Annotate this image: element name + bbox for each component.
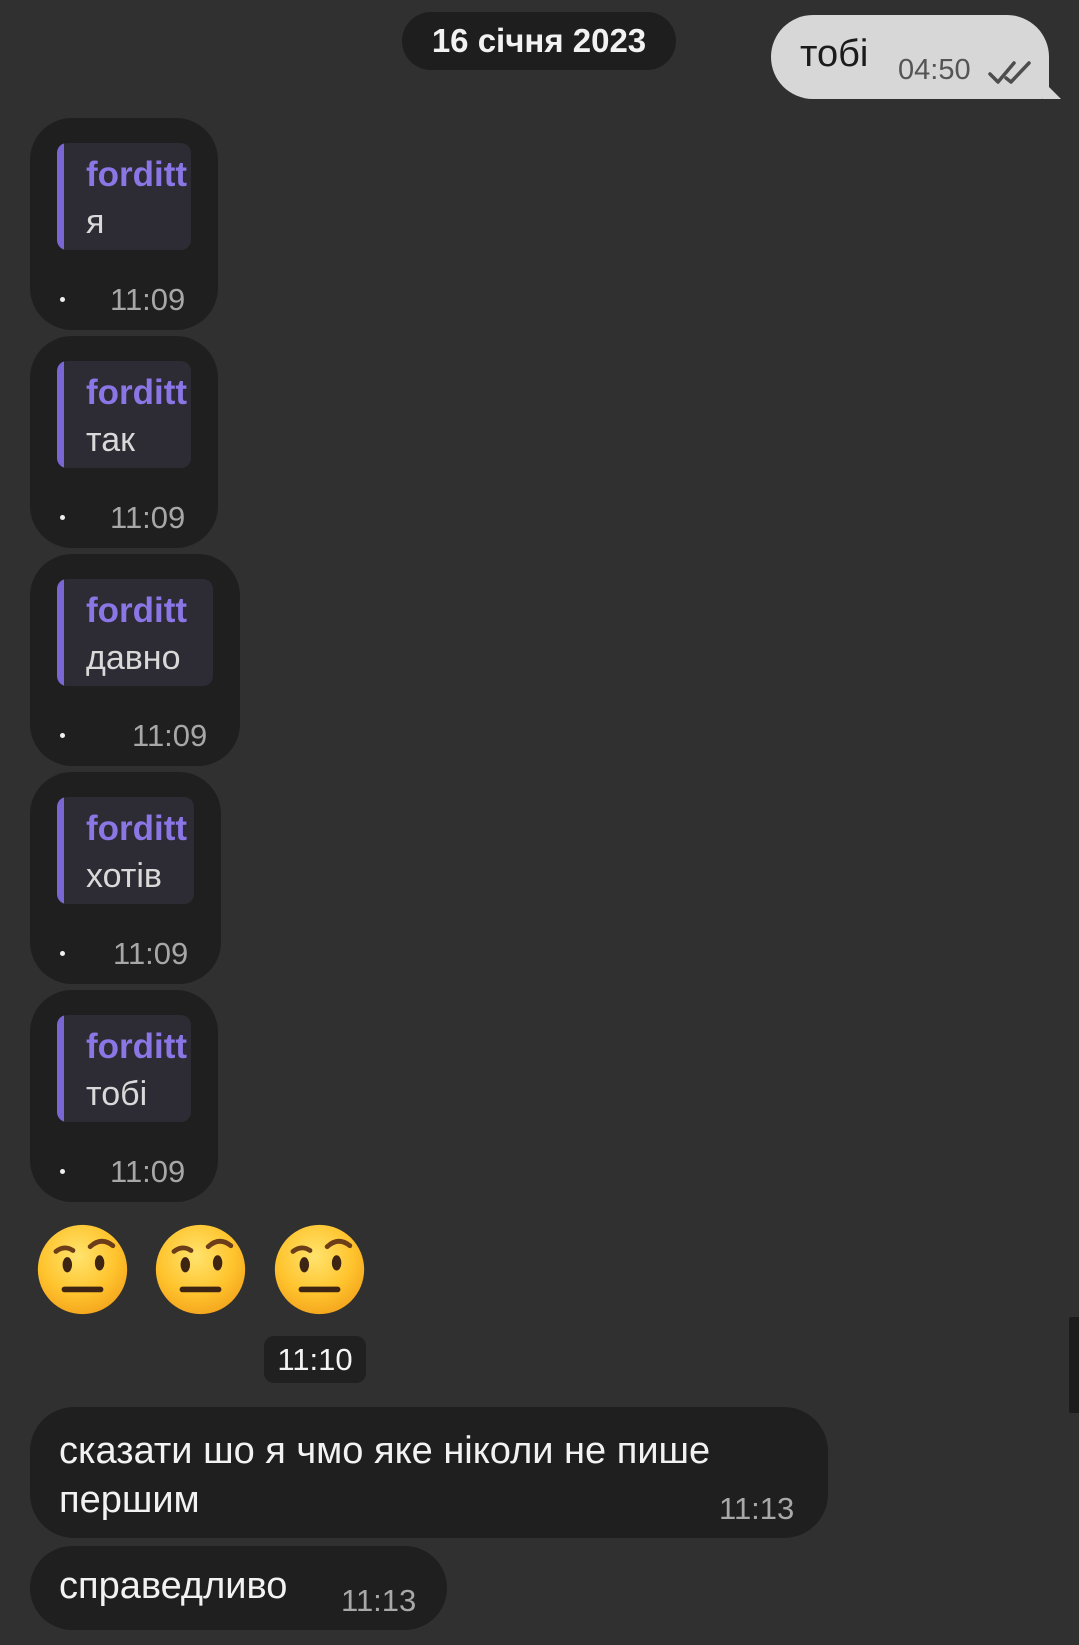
quote-text: так [86, 421, 135, 459]
outgoing-message-text: тобі [800, 33, 869, 75]
outgoing-message[interactable]: тобі 04:50 [771, 15, 1061, 99]
incoming-message[interactable]: сказати шо я чмо яке ніколи не пише перш… [30, 1407, 828, 1538]
message-dot [60, 297, 65, 302]
reply-message-time: 11:09 [110, 1154, 186, 1189]
reply-message[interactable]: forditt давно 11:09 [30, 554, 240, 766]
incoming-message-line: сказати шо я чмо яке ніколи не пише [59, 1430, 711, 1472]
reply-message[interactable]: forditt я 11:09 [30, 118, 218, 330]
reply-quote[interactable]: forditt хотів [57, 797, 194, 904]
reply-message-time: 11:09 [132, 718, 208, 753]
incoming-message-time: 11:13 [719, 1491, 795, 1526]
quote-accent-bar [57, 1015, 64, 1122]
quote-accent-bar [57, 579, 64, 686]
quote-accent-bar [57, 143, 64, 250]
message-tail [1043, 81, 1061, 99]
incoming-message-line: першим [59, 1479, 200, 1521]
incoming-message-line: справедливо [59, 1565, 288, 1607]
reply-quote[interactable]: forditt тобі [57, 1015, 191, 1122]
quote-text: тобі [86, 1075, 148, 1113]
emoji-message-time: 11:10 [264, 1336, 366, 1383]
reply-message[interactable]: forditt тобі 11:09 [30, 990, 218, 1202]
outgoing-message-time: 04:50 [898, 54, 971, 86]
reply-message-time: 11:09 [110, 500, 186, 535]
incoming-message[interactable]: справедливо 11:13 [30, 1546, 447, 1630]
quote-text: давно [86, 639, 181, 677]
quote-author: forditt [86, 809, 188, 848]
incoming-message-time: 11:13 [341, 1583, 417, 1618]
reply-message[interactable]: forditt хотів 11:09 [30, 772, 221, 984]
double-check-icon [988, 61, 1031, 84]
message-dot [60, 1169, 65, 1174]
quote-author: forditt [86, 1027, 188, 1066]
emoji-message[interactable] [35, 1222, 375, 1317]
reply-message-time: 11:09 [110, 282, 186, 317]
raised-eyebrow-face-icon [37, 1224, 128, 1315]
reply-message-time: 11:09 [113, 936, 189, 971]
chat-area: 16 січня 2023 тобі 04:50 forditt я 11:09… [0, 0, 1079, 1645]
reply-quote[interactable]: forditt так [57, 361, 191, 468]
message-dot [60, 515, 65, 520]
reply-message[interactable]: forditt так 11:09 [30, 336, 218, 548]
message-dot [60, 733, 65, 738]
quote-author: forditt [86, 155, 188, 194]
reply-quote[interactable]: forditt я [57, 143, 191, 250]
quote-accent-bar [57, 797, 64, 904]
reply-quote[interactable]: forditt давно [57, 579, 213, 686]
scrollbar[interactable] [1069, 1317, 1079, 1413]
raised-eyebrow-face-icon [155, 1224, 246, 1315]
date-separator: 16 січня 2023 [402, 12, 676, 70]
quote-author: forditt [86, 373, 188, 412]
message-dot [60, 951, 65, 956]
raised-eyebrow-face-icon [274, 1224, 365, 1315]
quote-text: хотів [86, 857, 162, 895]
quote-author: forditt [86, 591, 188, 630]
quote-text: я [86, 203, 105, 241]
quote-accent-bar [57, 361, 64, 468]
